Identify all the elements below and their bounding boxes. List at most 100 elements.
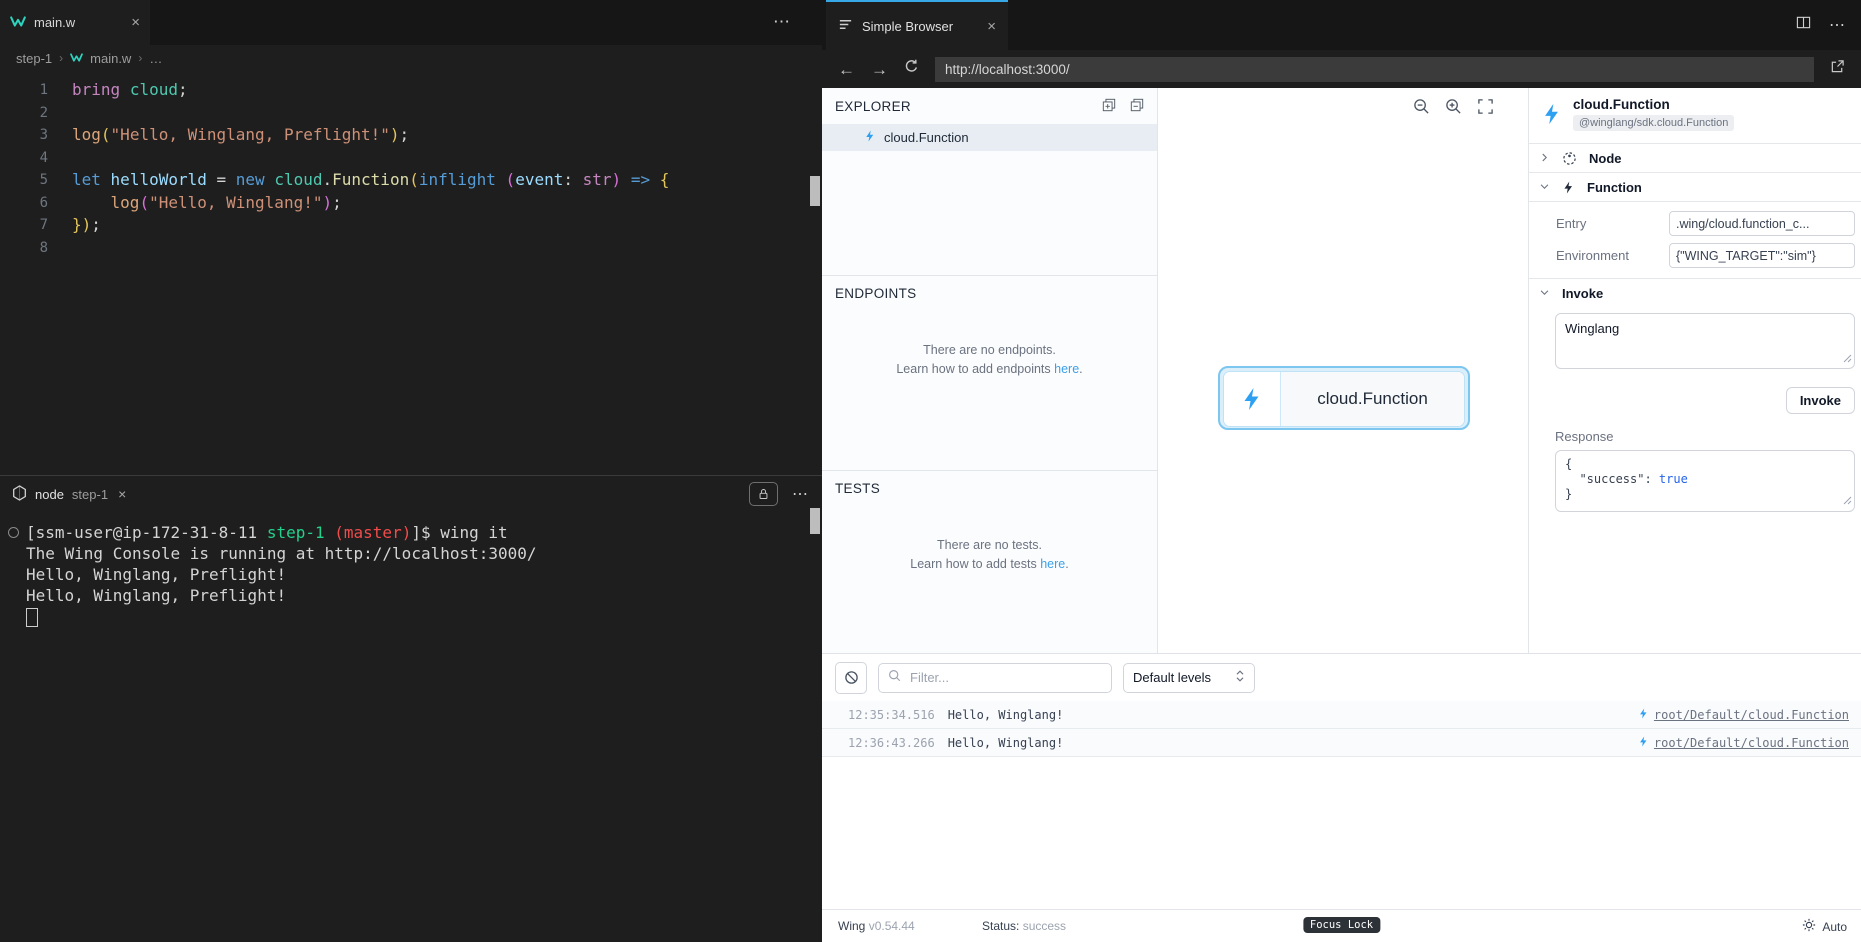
- expand-all-icon[interactable]: [1102, 98, 1116, 115]
- terminal-line: Hello, Winglang, Preflight!: [26, 565, 287, 584]
- logs-panel: Default levels 12:35:34.516 Hello, Wingl…: [822, 653, 1861, 911]
- resize-handle-icon[interactable]: [1843, 494, 1852, 509]
- invoke-button[interactable]: Invoke: [1785, 387, 1855, 414]
- code-line: 3 log("Hello, Winglang, Preflight!");: [0, 124, 822, 147]
- entry-value-input[interactable]: .wing/cloud.function_c...: [1669, 211, 1855, 236]
- section-function-label: Function: [1587, 179, 1642, 195]
- console-sidebar: EXPLORER cloud.Function ENDPOINTS There …: [822, 88, 1158, 653]
- terminal-output[interactable]: [ssm-user@ip-172-31-8-11 step-1 (master)…: [0, 512, 822, 632]
- filter-input[interactable]: [908, 669, 1102, 686]
- collapse-all-icon[interactable]: [1130, 98, 1144, 115]
- terminal-cursor-line: [26, 606, 822, 632]
- code-line: 6 log("Hello, Winglang!");: [0, 192, 822, 215]
- breadcrumb[interactable]: step-1 › main.w › …: [0, 45, 822, 71]
- node-target-icon: [1562, 151, 1577, 166]
- tests-title: TESTS: [835, 480, 881, 496]
- app-version: Wing v0.54.44: [838, 919, 915, 933]
- filter-box: [878, 662, 1112, 693]
- command-decoration-icon: [8, 527, 19, 538]
- close-icon[interactable]: ×: [987, 18, 996, 35]
- editor-scrollbar[interactable]: [810, 176, 820, 206]
- chevron-right-icon: [1539, 151, 1550, 166]
- list-icon: [838, 17, 853, 35]
- entry-field-row: Entry .wing/cloud.function_c...: [1556, 211, 1855, 236]
- editor-pane: main.w × ⋯ step-1 › main.w › … 1 bring cl…: [0, 0, 822, 942]
- editor-tabbar: main.w × ⋯: [0, 0, 822, 45]
- tests-empty-message: There are no tests. Learn how to add tes…: [822, 536, 1157, 574]
- terminal-tab[interactable]: node step-1 ×: [12, 484, 126, 504]
- tests-help-link[interactable]: here: [1040, 557, 1065, 571]
- open-external-icon[interactable]: [1830, 59, 1845, 79]
- line-number: 3: [39, 127, 48, 143]
- response-box[interactable]: { "success": true }: [1555, 450, 1855, 512]
- tab-label: main.w: [34, 15, 76, 30]
- wing-logo-icon: [70, 51, 84, 66]
- line-number: 7: [39, 217, 48, 233]
- lightning-bolt-icon: [1638, 735, 1649, 751]
- more-actions-icon[interactable]: ⋯: [792, 484, 810, 504]
- code-line: 4: [0, 147, 822, 170]
- endpoints-help-link[interactable]: here: [1054, 362, 1079, 376]
- back-icon[interactable]: ←: [838, 61, 855, 78]
- search-icon: [888, 669, 901, 687]
- reload-icon[interactable]: [904, 59, 919, 79]
- zoom-out-icon[interactable]: [1413, 98, 1430, 120]
- lightning-bolt-icon: [1224, 372, 1281, 426]
- line-number: 6: [39, 194, 48, 211]
- inspector-title: cloud.Function: [1573, 97, 1670, 112]
- line-number: 4: [39, 149, 48, 166]
- more-actions-icon[interactable]: ⋯: [1829, 15, 1847, 35]
- inspector-panel: cloud.Function @winglang/sdk.cloud.Funct…: [1528, 88, 1861, 653]
- line-number: 5: [39, 172, 48, 188]
- close-icon[interactable]: ×: [118, 486, 126, 502]
- endpoints-header: ENDPOINTS: [822, 275, 1157, 311]
- section-invoke[interactable]: Invoke: [1529, 279, 1861, 307]
- lock-button[interactable]: [749, 482, 778, 506]
- resize-handle-icon[interactable]: [1843, 350, 1852, 368]
- line-number: 1: [39, 82, 48, 98]
- breadcrumb-file[interactable]: main.w: [90, 51, 131, 66]
- status-value: success: [1022, 919, 1067, 933]
- log-message: Hello, Winglang!: [947, 707, 1064, 722]
- tests-header: TESTS: [822, 470, 1157, 506]
- terminal-cursor: [26, 608, 38, 627]
- chevron-down-icon: [1539, 286, 1550, 301]
- breadcrumb-separator: ›: [138, 51, 143, 65]
- close-icon[interactable]: ×: [131, 14, 140, 31]
- terminal-scrollbar[interactable]: [810, 508, 820, 534]
- zoom-in-icon[interactable]: [1445, 98, 1462, 120]
- lightning-bolt-icon: [1541, 101, 1563, 132]
- fit-screen-icon[interactable]: [1477, 98, 1494, 120]
- code-line: 7});: [0, 214, 822, 237]
- invoke-payload-textarea[interactable]: Winglang: [1555, 313, 1855, 369]
- code-editor[interactable]: 1 bring cloud; 2 3 log("Hello, Winglang, P…: [0, 71, 822, 259]
- cloud-function-node[interactable]: cloud.Function: [1218, 366, 1470, 430]
- breadcrumb-symbol[interactable]: …: [149, 51, 162, 66]
- resource-canvas[interactable]: cloud.Function: [1159, 88, 1528, 653]
- log-resource-link[interactable]: root/Default/cloud.Function: [1638, 735, 1849, 751]
- wing-logo-icon: [10, 15, 26, 31]
- browser-navbar: ← →: [822, 50, 1861, 88]
- breadcrumb-folder[interactable]: step-1: [16, 51, 52, 66]
- terminal-header: node step-1 × ⋯: [0, 476, 822, 512]
- tab-simple-browser[interactable]: Simple Browser ×: [826, 0, 1008, 50]
- tab-main-w[interactable]: main.w ×: [0, 0, 150, 45]
- log-levels-select[interactable]: Default levels: [1123, 662, 1255, 693]
- split-editor-icon[interactable]: [1796, 15, 1811, 35]
- sun-icon: [1802, 918, 1816, 935]
- section-node[interactable]: Node: [1529, 144, 1861, 173]
- explorer-item-cloud-function[interactable]: cloud.Function: [822, 124, 1157, 151]
- environment-value-input[interactable]: {"WING_TARGET":"sim"}: [1669, 243, 1855, 268]
- lightning-bolt-icon: [1562, 180, 1575, 195]
- theme-toggle[interactable]: Auto: [1802, 918, 1847, 935]
- log-resource-link[interactable]: root/Default/cloud.Function: [1638, 707, 1849, 723]
- endpoints-empty-message: There are no endpoints. Learn how to add…: [822, 341, 1157, 379]
- section-function[interactable]: Function: [1529, 173, 1861, 202]
- node-hexagon-icon: [12, 484, 27, 504]
- more-actions-icon[interactable]: ⋯: [773, 12, 792, 32]
- forward-icon[interactable]: →: [871, 61, 888, 78]
- endpoints-empty-line: There are no endpoints.: [923, 343, 1056, 357]
- clear-logs-button[interactable]: [835, 661, 867, 694]
- lock-icon: [759, 489, 768, 499]
- url-input[interactable]: [935, 56, 1814, 82]
